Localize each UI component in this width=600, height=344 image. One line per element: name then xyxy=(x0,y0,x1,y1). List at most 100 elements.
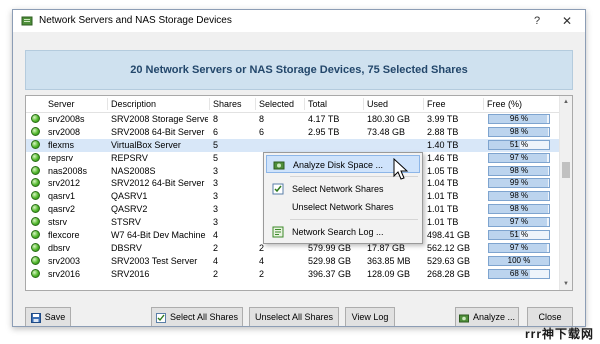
server-status-icon xyxy=(31,126,40,136)
table-row[interactable]: srv2003 SRV2003 Test Server 4 4 529.98 GB 363… xyxy=(26,255,560,268)
mouse-cursor-icon xyxy=(393,158,409,180)
free-percent-label: 98 % xyxy=(509,191,529,201)
free-percent-bar: 97 % xyxy=(488,242,550,253)
cell-description: SRV2016 xyxy=(111,268,150,279)
save-button[interactable]: Save xyxy=(25,307,71,326)
server-status-icon xyxy=(31,152,40,162)
menu-unselect-network-shares[interactable]: Unselect Network Shares xyxy=(266,198,420,216)
cell-free: 1.01 TB xyxy=(427,204,459,215)
cell-description: SRV2012 64-Bit Server xyxy=(111,178,205,189)
save-icon xyxy=(30,312,41,323)
cell-used: 73.48 GB xyxy=(367,126,406,137)
cell-shares: 3 xyxy=(213,204,219,215)
free-percent-bar: 98 % xyxy=(488,165,550,176)
col-description[interactable]: Description xyxy=(111,99,156,109)
col-divider xyxy=(304,98,305,110)
free-percent-label: 97 % xyxy=(509,217,529,227)
free-percent-bar: 98 % xyxy=(488,204,550,215)
cell-description: QASRV2 xyxy=(111,204,148,215)
free-percent-bar: 98 % xyxy=(488,191,550,202)
analyze-label: Analyze ... xyxy=(472,312,516,322)
cell-description: REPSRV xyxy=(111,152,148,163)
free-percent-label: 97 % xyxy=(509,152,529,162)
col-total[interactable]: Total xyxy=(308,99,327,109)
analyze-icon xyxy=(273,161,285,170)
server-status-icon xyxy=(31,178,40,188)
watermark: rrr神下载网 xyxy=(524,327,594,341)
cell-shares: 2 xyxy=(213,268,219,279)
scroll-down-icon[interactable]: ▼ xyxy=(560,278,572,290)
col-divider xyxy=(209,98,210,110)
col-free-pct[interactable]: Free (%) xyxy=(487,99,522,109)
col-used[interactable]: Used xyxy=(367,99,388,109)
close-button[interactable]: Close xyxy=(527,307,573,326)
server-status-icon xyxy=(31,139,40,149)
menu-item-label: Analyze Disk Space ... xyxy=(293,160,384,170)
free-percent-bar: 96 % xyxy=(488,114,550,124)
free-percent-label: 99 % xyxy=(509,178,529,188)
cell-description: DBSRV xyxy=(111,242,142,253)
help-button[interactable]: ? xyxy=(527,13,547,29)
vertical-scrollbar[interactable]: ▲ ▼ xyxy=(559,96,572,290)
col-free[interactable]: Free xyxy=(427,99,446,109)
table-row[interactable]: srv2008s SRV2008 Storage Server 8 8 4.17 TB 1… xyxy=(26,113,560,126)
col-server[interactable]: Server xyxy=(48,99,75,109)
close-window-button[interactable]: ✕ xyxy=(557,13,577,29)
table-row[interactable]: flexms VirtualBox Server 5 1.40 TB 51 % xyxy=(26,138,560,152)
cell-total: 2.95 TB xyxy=(308,126,340,137)
menu-network-search-log[interactable]: Network Search Log ... xyxy=(266,223,420,241)
col-selected[interactable]: Selected xyxy=(259,99,294,109)
server-status-icon xyxy=(31,268,40,278)
cell-shares: 4 xyxy=(213,255,219,266)
cell-free: 2.88 TB xyxy=(427,126,459,137)
select-all-shares-button[interactable]: Select All Shares xyxy=(151,307,243,326)
view-log-button[interactable]: View Log xyxy=(345,307,395,326)
free-percent-bar: 99 % xyxy=(488,178,550,189)
cell-free: 1.01 TB xyxy=(427,191,459,202)
table-header: Server Description Shares Selected Total… xyxy=(26,96,560,113)
cell-used: 128.09 GB xyxy=(367,268,411,279)
cell-used: 17.87 GB xyxy=(367,242,406,253)
cell-description: QASRV1 xyxy=(111,191,148,202)
free-percent-bar: 100 % xyxy=(488,255,550,266)
cell-selected: 4 xyxy=(259,255,265,266)
table-row[interactable]: srv2008 SRV2008 64-Bit Server 6 6 2.95 TB 73.… xyxy=(26,126,560,139)
cell-shares: 3 xyxy=(213,191,219,202)
menu-item-label: Unselect Network Shares xyxy=(292,202,394,212)
cell-free: 3.99 TB xyxy=(427,114,459,124)
server-status-icon xyxy=(31,217,40,227)
unselect-all-shares-button[interactable]: Unselect All Shares xyxy=(249,307,339,326)
cell-used: 363.85 MB xyxy=(367,255,411,266)
scroll-thumb[interactable] xyxy=(562,162,570,178)
cell-shares: 3 xyxy=(213,178,219,189)
free-percent-label: 97 % xyxy=(509,242,529,252)
select-all-label: Select All Shares xyxy=(169,312,239,322)
col-divider xyxy=(363,98,364,110)
cell-free: 529.63 GB xyxy=(427,255,471,266)
window-title: Network Servers and NAS Storage Devices xyxy=(39,15,232,26)
free-percent-label: 51 % xyxy=(509,139,529,149)
analyze-button[interactable]: Analyze ... xyxy=(455,307,519,326)
app-icon xyxy=(21,16,33,26)
unselect-all-label: Unselect All Shares xyxy=(254,312,334,322)
cell-server: flexcore xyxy=(48,230,80,241)
menu-select-network-shares[interactable]: Select Network Shares xyxy=(266,180,420,198)
cell-description: VirtualBox Server xyxy=(111,139,181,150)
table-row[interactable]: srv2016 SRV2016 2 2 396.37 GB 128.09 GB 268.28… xyxy=(26,268,560,281)
select-all-icon xyxy=(155,312,166,323)
free-percent-bar: 97 % xyxy=(488,217,550,228)
free-percent-bar: 98 % xyxy=(488,126,550,137)
col-divider xyxy=(255,98,256,110)
cell-description: STSRV xyxy=(111,217,141,228)
cell-selected: 8 xyxy=(259,114,265,124)
server-status-icon xyxy=(31,114,40,123)
cell-selected: 2 xyxy=(259,268,265,279)
cell-server: nas2008s xyxy=(48,165,88,176)
title-bar: Network Servers and NAS Storage Devices … xyxy=(13,10,585,32)
scroll-up-icon[interactable]: ▲ xyxy=(560,96,572,108)
view-log-label: View Log xyxy=(351,312,389,322)
cell-shares: 4 xyxy=(213,230,219,241)
col-shares[interactable]: Shares xyxy=(213,99,242,109)
cell-server: flexms xyxy=(48,139,75,150)
log-icon xyxy=(272,226,284,238)
